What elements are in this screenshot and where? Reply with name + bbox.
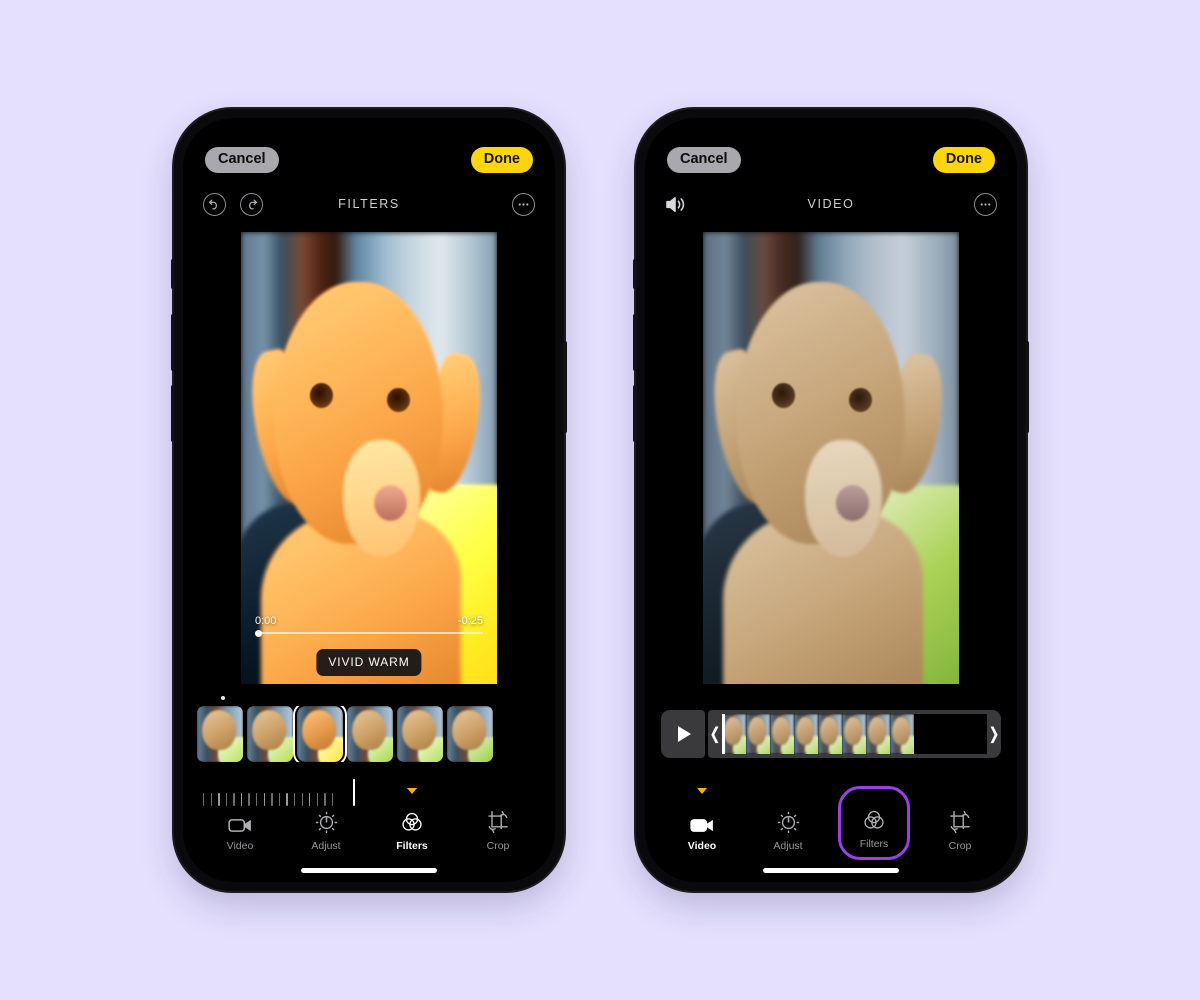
film-frame (818, 714, 842, 754)
tab-filters-label: Filters (396, 840, 428, 852)
video-preview[interactable] (703, 232, 959, 684)
filters-circles-icon (400, 810, 424, 834)
power-button[interactable] (563, 341, 567, 433)
active-tab-caret (407, 788, 417, 794)
filmstrip-empty-tail (914, 714, 987, 754)
video-preview-filtered[interactable]: 0:00 -0:25 VIVID WARM (241, 232, 497, 684)
adjust-dial-icon (777, 811, 800, 834)
filter-thumb-4[interactable] (347, 706, 393, 762)
tab-crop-label: Crop (486, 840, 510, 852)
filter-thumb-3-selected[interactable] (293, 706, 347, 762)
phone-screen-video: Cancel Done VIDEO ❬ ❭ Video Adjust Filte… (645, 118, 1017, 882)
done-button[interactable]: Done (470, 147, 533, 173)
film-frame (746, 714, 770, 754)
volume-down-button[interactable] (171, 385, 175, 442)
silent-switch[interactable] (633, 259, 637, 289)
volume-up-button[interactable] (171, 314, 175, 371)
film-frame (794, 714, 818, 754)
home-indicator[interactable] (301, 868, 437, 873)
redo-icon[interactable] (240, 192, 263, 216)
trim-track[interactable]: ❬ ❭ (708, 710, 1001, 758)
filter-thumb-5[interactable] (397, 706, 443, 762)
preview-area: 0:00 -0:25 VIVID WARM (241, 232, 497, 684)
more-options-icon[interactable] (974, 192, 997, 216)
page-indicator-dot (221, 696, 225, 700)
undo-icon[interactable] (203, 192, 226, 216)
tab-filters[interactable]: Filters (384, 788, 440, 852)
done-button[interactable]: Done (932, 147, 995, 173)
filter-thumb-2[interactable] (247, 706, 293, 762)
tab-filters-label: Filters (859, 838, 889, 850)
crop-rotate-icon (486, 810, 510, 834)
tab-video-label: Video (687, 840, 717, 852)
active-tab-caret (697, 788, 707, 794)
tab-adjust[interactable]: Adjust (298, 794, 354, 852)
adjust-dial-icon (315, 811, 338, 834)
tab-video-label: Video (226, 840, 254, 852)
volume-up-button[interactable] (633, 314, 637, 371)
tab-filters-highlighted[interactable]: Filters (838, 786, 910, 860)
preview-area (703, 232, 959, 684)
crop-rotate-icon (948, 810, 972, 834)
video-trimmer: ❬ ❭ (661, 710, 1001, 758)
top-bar: Cancel Done (645, 118, 1017, 180)
power-button[interactable] (1025, 341, 1029, 433)
volume-down-button[interactable] (633, 385, 637, 442)
history-controls (203, 192, 263, 216)
silent-switch[interactable] (171, 259, 175, 289)
film-frame (890, 714, 914, 754)
trim-handle-left[interactable]: ❬ (708, 710, 722, 758)
trim-handle-right[interactable]: ❭ (987, 710, 1001, 758)
editor-tab-bar: Video Adjust Filters Crop (645, 786, 1017, 860)
tab-adjust[interactable]: Adjust (760, 794, 816, 852)
screen-title: VIDEO (807, 197, 855, 211)
play-button[interactable] (661, 710, 705, 758)
screenshot-stage: Cancel Done FILTERS 0:00 -0:25 VIVID WAR… (0, 0, 1200, 1000)
video-camera-icon (689, 817, 715, 834)
dog-photo-original (703, 232, 959, 684)
filter-thumb-1[interactable] (197, 706, 243, 762)
filter-name-badge: VIVID WARM (316, 649, 422, 676)
tab-crop[interactable]: Crop (470, 794, 526, 852)
tab-crop[interactable]: Crop (932, 794, 988, 852)
phone-video: Cancel Done VIDEO ❬ ❭ Video Adjust Filte… (633, 109, 1029, 891)
film-frame (722, 714, 746, 754)
more-options (974, 192, 997, 216)
tab-adjust-label: Adjust (311, 840, 341, 852)
audio-controls (665, 195, 688, 214)
tool-row: VIDEO (645, 184, 1017, 224)
play-icon (678, 726, 691, 742)
cancel-button[interactable]: Cancel (205, 147, 279, 173)
filter-thumb-6[interactable] (447, 706, 493, 762)
filter-thumbnail-strip[interactable] (183, 706, 555, 762)
phone-filters: Cancel Done FILTERS 0:00 -0:25 VIVID WAR… (171, 109, 567, 891)
speaker-volume-icon[interactable] (665, 195, 688, 214)
tool-row: FILTERS (183, 184, 555, 224)
tab-adjust-label: Adjust (773, 840, 803, 852)
tab-video[interactable]: Video (212, 794, 268, 852)
editor-tab-bar: Video Adjust Filters Crop (183, 788, 555, 852)
phone-screen-filters: Cancel Done FILTERS 0:00 -0:25 VIVID WAR… (183, 118, 555, 882)
trim-playhead[interactable] (722, 714, 725, 754)
film-frame (842, 714, 866, 754)
filter-strip-area (183, 696, 555, 762)
filmstrip[interactable] (722, 714, 987, 754)
filters-circles-icon (862, 808, 886, 832)
tab-crop-label: Crop (948, 840, 972, 852)
dog-photo-vivid-warm (241, 232, 497, 684)
film-frame (770, 714, 794, 754)
home-indicator[interactable] (763, 868, 899, 873)
video-camera-icon (227, 817, 253, 834)
more-options (512, 192, 535, 216)
film-frame (866, 714, 890, 754)
cancel-button[interactable]: Cancel (667, 147, 741, 173)
top-bar: Cancel Done (183, 118, 555, 180)
tab-video[interactable]: Video (674, 788, 730, 852)
more-options-icon[interactable] (512, 192, 535, 216)
